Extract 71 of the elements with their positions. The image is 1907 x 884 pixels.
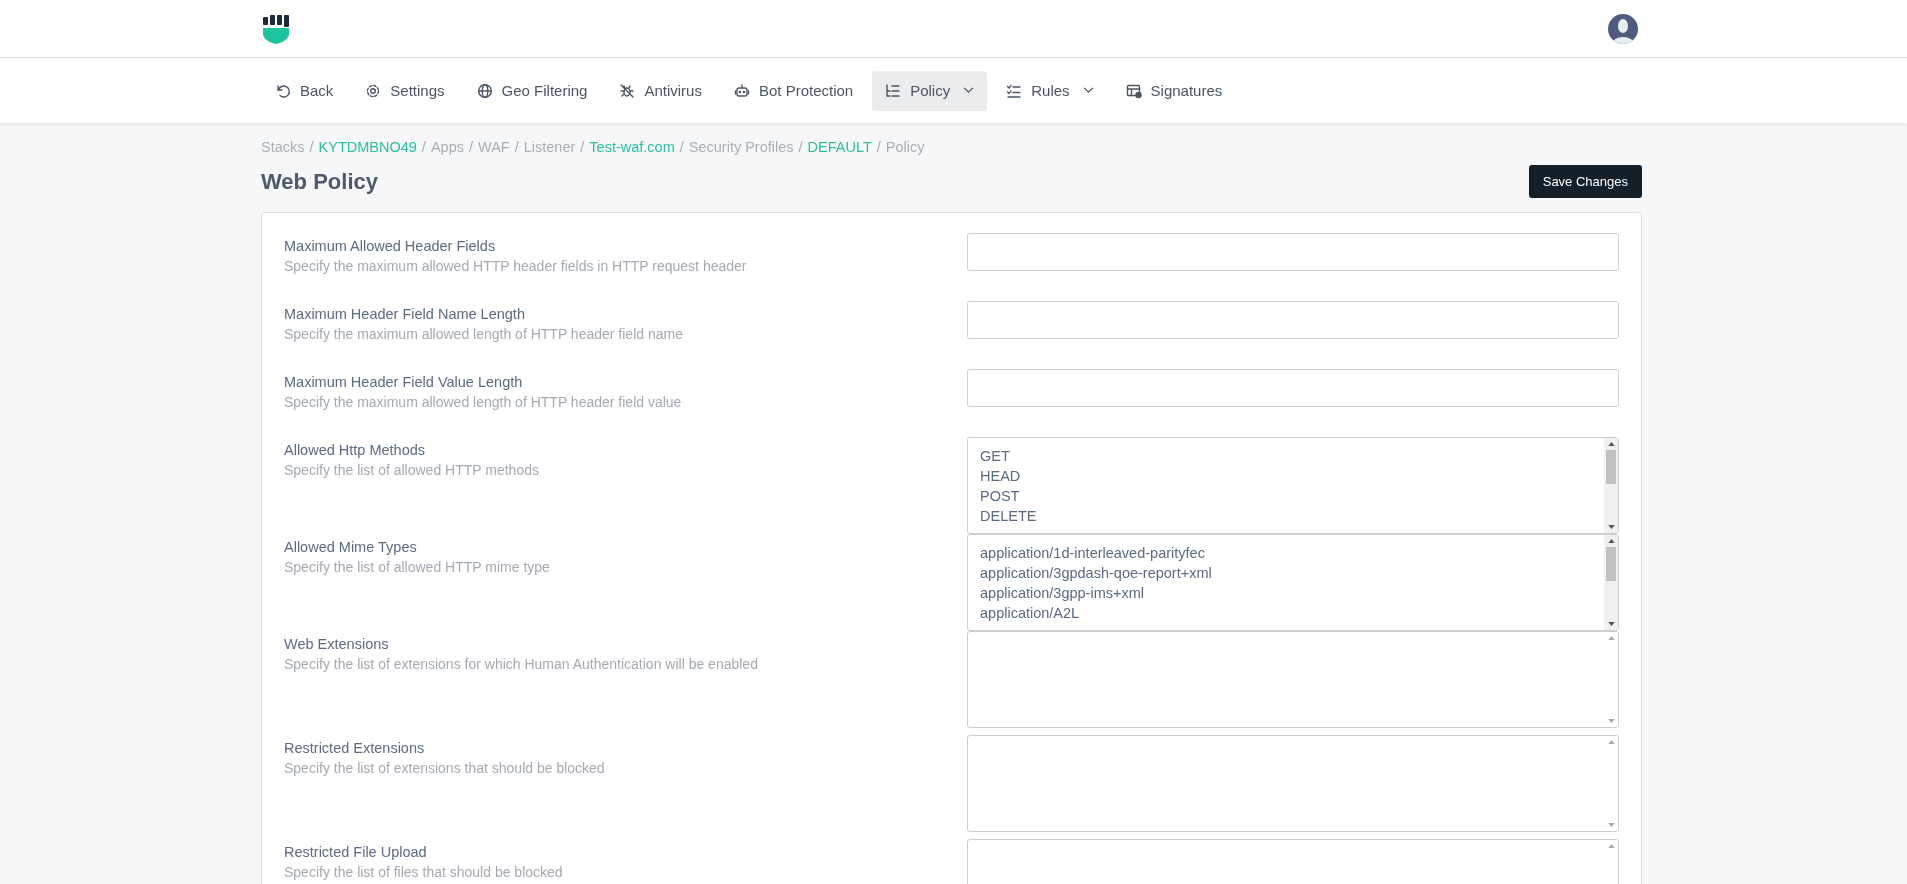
input-field[interactable]	[967, 369, 1619, 407]
save-button[interactable]: Save Changes	[1528, 165, 1642, 198]
field-label: Restricted Extensions	[284, 740, 426, 756]
field-description: Specify the list of files that should be blocked	[284, 864, 563, 880]
breadcrumb-item: WAF	[478, 139, 510, 155]
field-description: Specify the list of extensions for which Human Authentication will be enabled	[284, 656, 758, 672]
field-label: Maximum Header Field Value Length	[284, 374, 524, 390]
robot-icon	[733, 82, 750, 99]
field-description: Specify the list of extensions that should be blocked	[284, 760, 605, 776]
field-label: Allowed Mime Types	[284, 539, 418, 555]
listbox-option[interactable]: application/3gpdash-qoe-report+xml	[980, 563, 1212, 583]
breadcrumb-item: Policy	[885, 139, 925, 155]
breadcrumb-item: Listener	[523, 139, 576, 155]
field-description: Specify the list of allowed HTTP methods	[284, 462, 539, 478]
down-arrow-icon[interactable]	[1607, 622, 1615, 626]
listbox-option[interactable]: DELETE	[980, 506, 1037, 526]
input-field[interactable]	[967, 301, 1619, 339]
breadcrumb-item: Apps	[430, 139, 464, 155]
globe-icon	[476, 82, 493, 99]
nav-tab[interactable]: Settings	[352, 70, 458, 111]
gear-icon	[365, 82, 382, 99]
nav-tab[interactable]: Rules	[993, 70, 1107, 111]
breadcrumb-separator: /	[580, 139, 585, 155]
breadcrumb-separator: /	[679, 139, 684, 155]
field-label: Allowed Http Methods	[284, 442, 427, 458]
breadcrumb-item: Stacks	[261, 139, 305, 155]
listbox-option[interactable]: application/1d-interleaved-parityfec	[980, 543, 1212, 563]
nav-tab[interactable]: Antivirus	[606, 70, 715, 111]
nav-tab[interactable]: Back	[262, 70, 347, 111]
up-arrow-icon[interactable]	[1607, 442, 1615, 446]
field-label: Restricted File Upload	[284, 844, 428, 860]
field-description: Specify the list of allowed HTTP mime type	[284, 559, 550, 575]
text-area[interactable]	[967, 631, 1619, 728]
text-area[interactable]	[967, 735, 1619, 832]
checklist-icon	[1006, 82, 1023, 99]
breadcrumb-separator: /	[421, 139, 426, 155]
listbox[interactable]: application/1d-interleaved-parityfec application/3gpdash-qoe-report+xml application/3gpp-ims+xml application/A2L	[967, 534, 1619, 631]
scrollbar[interactable]	[1604, 438, 1618, 533]
list-icon	[885, 82, 902, 99]
field-label: Maximum Header Field Name Length	[284, 306, 526, 322]
scrollbar[interactable]	[1604, 535, 1618, 630]
nav-tab[interactable]: Bot Protection	[720, 70, 867, 111]
breadcrumb-separator: /	[309, 139, 314, 155]
listbox[interactable]: GET HEAD POST DELETE	[967, 437, 1619, 534]
up-arrow-icon[interactable]	[1607, 539, 1615, 543]
field-description: Specify the maximum allowed length of HTTP header field value	[284, 394, 682, 410]
listbox-option[interactable]: HEAD	[980, 466, 1037, 486]
listbox-option[interactable]: GET	[980, 446, 1037, 466]
listbox-option[interactable]: application/A2L	[980, 603, 1212, 623]
breadcrumb-separator: /	[468, 139, 473, 155]
field-description: Specify the maximum allowed length of HTTP header field name	[284, 326, 683, 342]
nav-tab[interactable]: Signatures	[1112, 70, 1236, 111]
listbox-option[interactable]: POST	[980, 486, 1037, 506]
undo-icon	[275, 82, 291, 99]
breadcrumb-separator: /	[876, 139, 881, 155]
listbox-option[interactable]: application/3gpp-ims+xml	[980, 583, 1212, 603]
table-icon	[1125, 82, 1142, 99]
input-field[interactable]	[967, 233, 1619, 271]
avatar-icon[interactable]	[1608, 13, 1638, 44]
page-title: Web Policy	[261, 168, 378, 195]
field-description: Specify the maximum allowed HTTP header fields in HTTP request header	[284, 258, 747, 274]
field-label: Web Extensions	[284, 636, 390, 652]
shield-logo-icon[interactable]	[262, 13, 290, 44]
bug-icon	[619, 82, 636, 99]
breadcrumb-item: Security Profiles	[688, 139, 794, 155]
down-arrow-icon[interactable]	[1607, 525, 1615, 529]
nav-tab[interactable]: Geo Filtering	[463, 70, 601, 111]
nav-tab[interactable]: Policy	[872, 70, 988, 111]
field-label: Maximum Allowed Header Fields	[284, 238, 497, 254]
breadcrumb-separator: /	[798, 139, 803, 155]
breadcrumb-separator: /	[514, 139, 519, 155]
